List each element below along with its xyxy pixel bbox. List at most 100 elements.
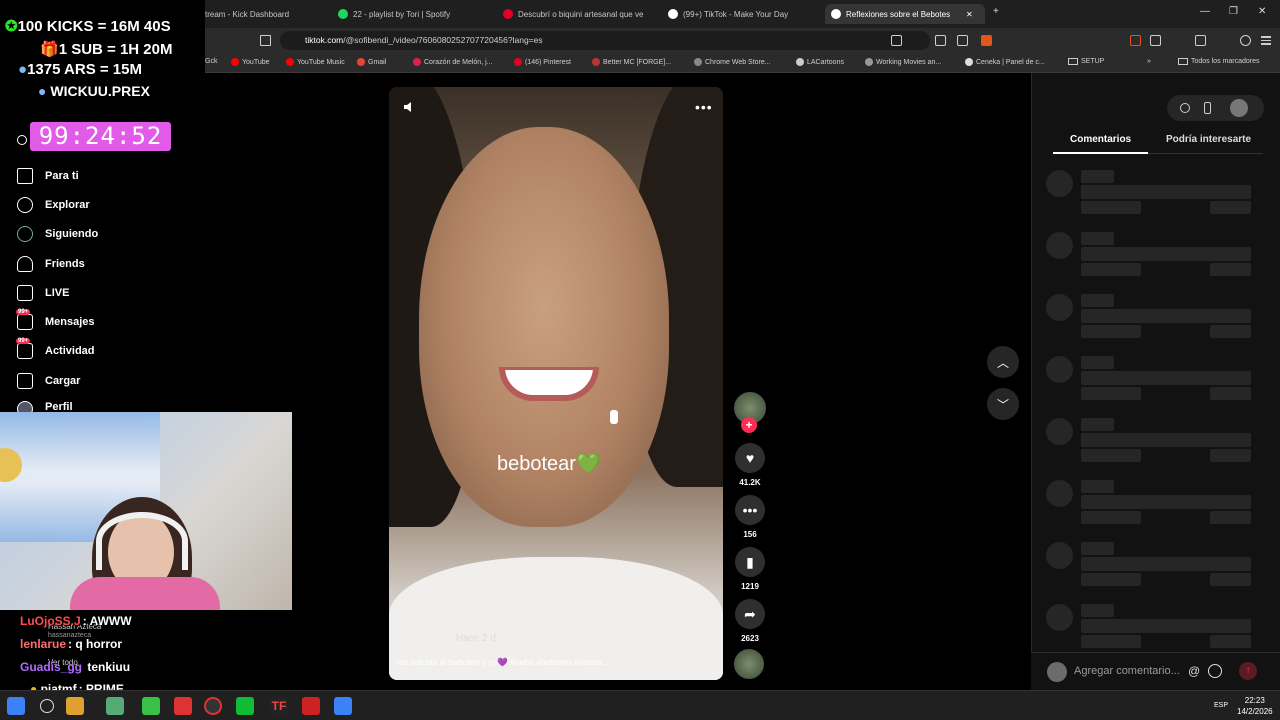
bookmark-item[interactable]: YouTube Music [286,58,345,66]
extension-icon[interactable] [1130,35,1141,46]
webcam-feed [0,412,292,610]
bookmark-folder[interactable]: Todos los marcadores [1178,58,1259,65]
share-icon[interactable] [957,35,968,46]
sidebar-item-cargar[interactable]: Cargar [17,373,80,389]
tab-tiktok-video[interactable]: Reflexiones sobre el Bebotes ✕ [825,4,985,24]
previous-video-button[interactable]: ︿ [987,346,1019,378]
comment-skeleton [1046,232,1256,282]
obs-icon[interactable] [204,697,222,715]
sidebar-item-para-ti[interactable]: Para ti [17,168,79,184]
tab-spotify[interactable]: 22 - playlist by Tori | Spotify [338,4,488,24]
video-app-icon[interactable] [302,697,320,715]
tab-kick[interactable]: tream - Kick Dashboard [205,4,315,24]
overlay-ars-line: ●1375 ARS = 15M [18,61,142,78]
close-tab-icon[interactable]: ✕ [966,10,973,19]
vpn-icon[interactable] [1240,35,1251,46]
sound-disc-icon[interactable] [734,649,764,679]
chevron-down-icon: ﹀ [996,397,1009,412]
sidebar-item-live[interactable]: LIVE [17,285,69,301]
bookmark-item[interactable]: YouTube [231,58,270,66]
bookmark-folder[interactable]: SETUP [1068,58,1104,65]
overlay-kicks-line: ✪100 KICKS = 16M 40S [5,18,171,35]
bookmark-item[interactable]: (146) Pinterest [514,58,571,66]
bookmark-item[interactable]: Gck [205,58,217,65]
share-icon[interactable]: ➦ [735,599,765,629]
bookmark-item[interactable]: Better MC [FORGE]... [592,58,671,66]
save-action[interactable]: ▮ 1219 [734,547,766,591]
more-bookmarks-icon[interactable]: » [1147,58,1151,65]
brave-shield-icon[interactable] [981,35,992,46]
video-author[interactable]: sofibendi_ · Hace 2 d [397,633,496,644]
more-options-icon[interactable]: ••• [695,99,713,115]
bookmark-item[interactable]: Ceneka | Panel de c... [965,58,1045,66]
tab-tiktok-home[interactable]: (99+) TikTok - Make Your Day [668,4,818,24]
stream-overlay: ✪100 KICKS = 16M 40S 🎁1 SUB = 1H 20M ●13… [0,0,205,115]
video-text-overlay: bebotear💚 [497,453,601,475]
music-icon[interactable] [1195,35,1206,46]
tiktok-icon [831,9,841,19]
close-window-button[interactable]: ✕ [1258,6,1266,17]
url-field[interactable]: tiktok.com/@sofibendi_/video/76060802527… [280,31,930,50]
video-description: las adictas al beboteo y yo💜 #beba #bebo… [397,657,611,667]
kick-app-icon[interactable] [236,697,254,715]
comment-input[interactable] [1074,660,1226,682]
bookmark-item[interactable]: Gmail [357,58,386,66]
bookmark-icon[interactable]: ▮ [735,547,765,577]
comment-skeleton [1046,294,1256,344]
menu-icon[interactable] [1261,35,1272,46]
cast-icon[interactable] [935,35,946,46]
tab-pinterest[interactable]: Descubrí o biquini artesanal que ve [503,4,653,24]
system-clock[interactable]: 22:23 14/2/2026 [1237,695,1273,717]
search-icon[interactable] [40,699,54,713]
compass-icon [17,197,33,213]
translate-icon[interactable] [891,35,902,46]
share-action[interactable]: ➦ 2623 [734,599,766,643]
tab-podria-interesarte[interactable]: Podría interesarte [1166,134,1251,145]
spotify-icon [338,9,348,19]
sidebar-item-explorar[interactable]: Explorar [17,197,90,213]
app-icon[interactable] [174,697,192,715]
heart-icon[interactable]: ♥ [735,443,765,473]
upload-icon [17,373,33,389]
like-action[interactable]: ♥ 41.2K [734,443,766,487]
sidebar-item-siguiendo[interactable]: Siguiendo [17,226,98,242]
tab-comments[interactable]: Comentarios [1070,134,1131,145]
bookmark-item[interactable]: Working Movies an... [865,58,941,66]
sidebar-item-friends[interactable]: Friends [17,256,85,272]
bookmark-item[interactable]: Chrome Web Store... [694,58,771,66]
link-icon[interactable] [1180,103,1190,113]
argentina-icon: ● [18,61,28,78]
chat-message: Guadis_gg tenkiuu [20,660,131,674]
user-avatar[interactable] [1230,99,1248,117]
app-icon[interactable] [66,697,84,715]
sidebar-item-mensajes[interactable]: 99+ Mensajes [16,309,95,330]
bookmark-item[interactable]: Corazón de Melón, j... [413,58,492,66]
volume-icon[interactable] [403,101,415,113]
video-player[interactable]: ••• bebotear💚 sofibendi_ · Hace 2 d las … [389,87,723,680]
heart-icon [413,58,421,66]
device-icon[interactable] [1204,102,1211,114]
comment-icon[interactable]: ••• [735,495,765,525]
gmail-icon [357,58,365,66]
app-icon[interactable] [334,697,352,715]
language-indicator[interactable]: ESP [1214,702,1228,709]
minimize-button[interactable]: — [1200,6,1210,17]
comment-action[interactable]: ••• 156 [734,495,766,539]
next-video-button[interactable]: ﹀ [987,388,1019,420]
send-button[interactable]: ↑ [1239,662,1257,680]
bookmark-icon[interactable] [260,35,271,46]
maximize-button[interactable]: ❐ [1229,6,1238,17]
new-tab-button[interactable]: + [993,6,999,17]
follow-button[interactable]: + [741,417,757,433]
extensions-icon[interactable] [1150,35,1161,46]
windows-start-icon[interactable] [7,697,25,715]
search-icon[interactable] [17,135,27,145]
app-icon[interactable] [142,697,160,715]
tf-app-icon[interactable]: TF [270,697,288,715]
headset [96,512,188,570]
sidebar-item-perfil[interactable]: Perfil [17,401,73,412]
bookmark-item[interactable]: LACartoons [796,58,844,66]
app-icon[interactable] [106,697,124,715]
sidebar-item-actividad[interactable]: 99+ Actividad [16,338,95,359]
overlay-prex-line: ● WICKUU.PREX [38,83,150,99]
